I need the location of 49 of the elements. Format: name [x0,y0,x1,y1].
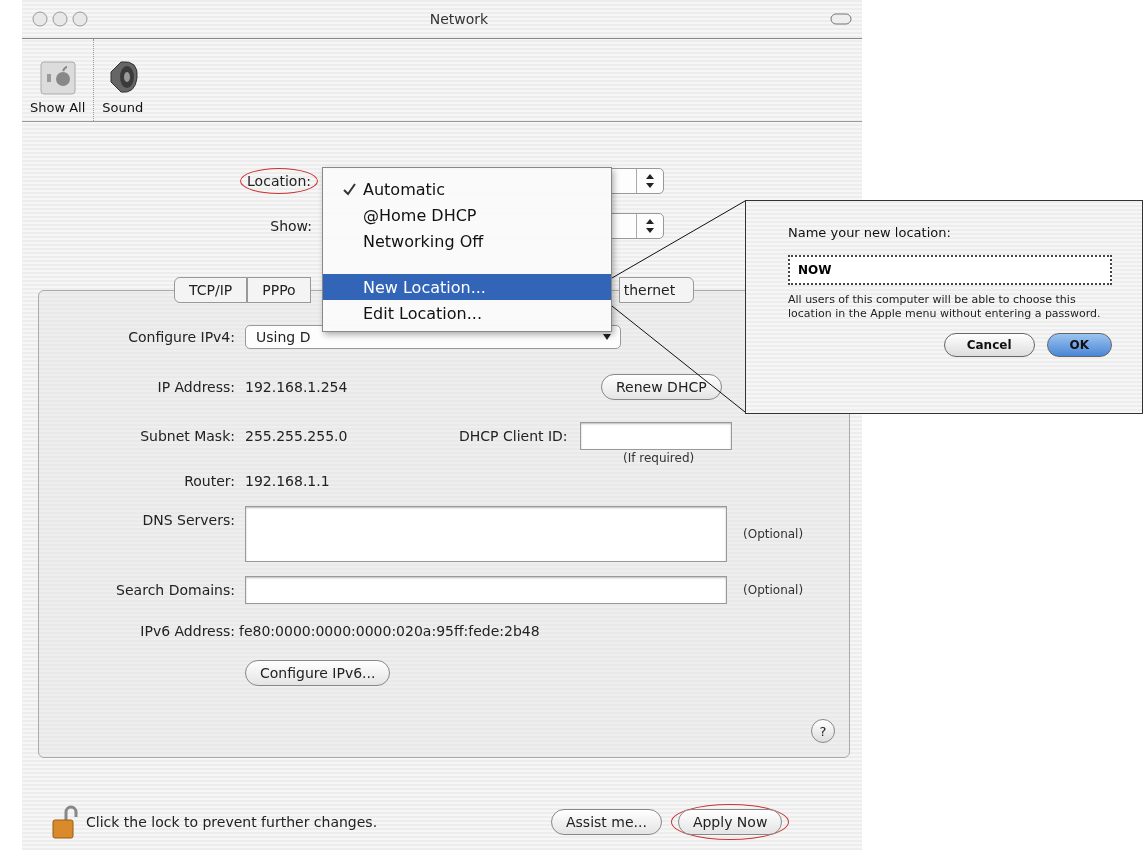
help-button[interactable]: ? [811,719,835,743]
configure-ipv6-button[interactable]: Configure IPv6... [245,660,391,686]
menu-item[interactable]: Automatic [323,176,611,202]
assist-button[interactable]: Assist me... [551,809,662,835]
window-buttons-icon [32,11,88,27]
toolbar-item[interactable]: Show All [22,39,95,121]
apple-panel-icon [39,60,76,96]
menu-item[interactable]: New Location... [323,274,611,300]
tab[interactable]: TCP/IP [174,277,248,303]
field-label: IP Address: [156,379,235,395]
tab[interactable]: thernet [618,277,695,303]
show-label: Show: [269,217,313,236]
lock-icon [52,805,78,839]
ok-button[interactable]: OK [1046,333,1112,357]
location-name-field[interactable]: NOW [788,255,1112,285]
popup-arrow-icon [603,334,611,340]
field-label: Subnet Mask: [139,428,235,444]
field-label: IPv6 Address: [139,623,235,639]
apply-button[interactable]: Apply Now [677,809,783,835]
popup-arrows-icon [646,174,654,188]
field-value: 192.168.1.1 [245,473,331,489]
lock-hint: Click the lock to prevent further changes. [86,814,379,830]
toolbar-toggle-icon [830,13,852,25]
cancel-button[interactable]: Cancel [943,333,1035,357]
dns-servers-field[interactable] [245,506,727,562]
field-value: 255.255.255.0 [245,428,349,444]
field-label: Configure IPv4: [127,329,235,345]
window-title: Network [428,11,490,27]
tab[interactable]: PPPo [247,277,311,303]
menu-item[interactable]: Edit Location... [323,300,611,326]
dialog-note: All users of this computer will be able to choose this location in the Apple menu without entering a password. [788,293,1102,321]
field-hint: (Optional) [743,527,804,541]
field-hint: (Optional) [743,583,804,597]
field-label: Search Domains: [115,582,235,598]
field-value: 192.168.1.254 [245,379,349,395]
popup-arrows-icon [646,219,654,233]
dhcp-client-id-field[interactable] [579,422,732,450]
field-value: fe80:0000:0000:0000:020a:95ff:fede:2b48 [239,623,541,639]
menu-item[interactable]: Networking Off [323,228,611,254]
field-label: DNS Servers: [141,512,235,528]
toolbar-item[interactable]: Sound [94,39,152,121]
search-domains-field[interactable] [245,576,727,604]
checkmark-icon [343,182,356,196]
field-label: DHCP Client ID: [459,428,568,444]
menu-item[interactable]: @Home DHCP [323,202,611,228]
renew-dhcp-button[interactable]: Renew DHCP [601,374,722,400]
dialog-prompt: Name your new location: [788,225,952,240]
field-label: Router: [183,473,235,489]
field-hint: (If required) [623,451,696,465]
